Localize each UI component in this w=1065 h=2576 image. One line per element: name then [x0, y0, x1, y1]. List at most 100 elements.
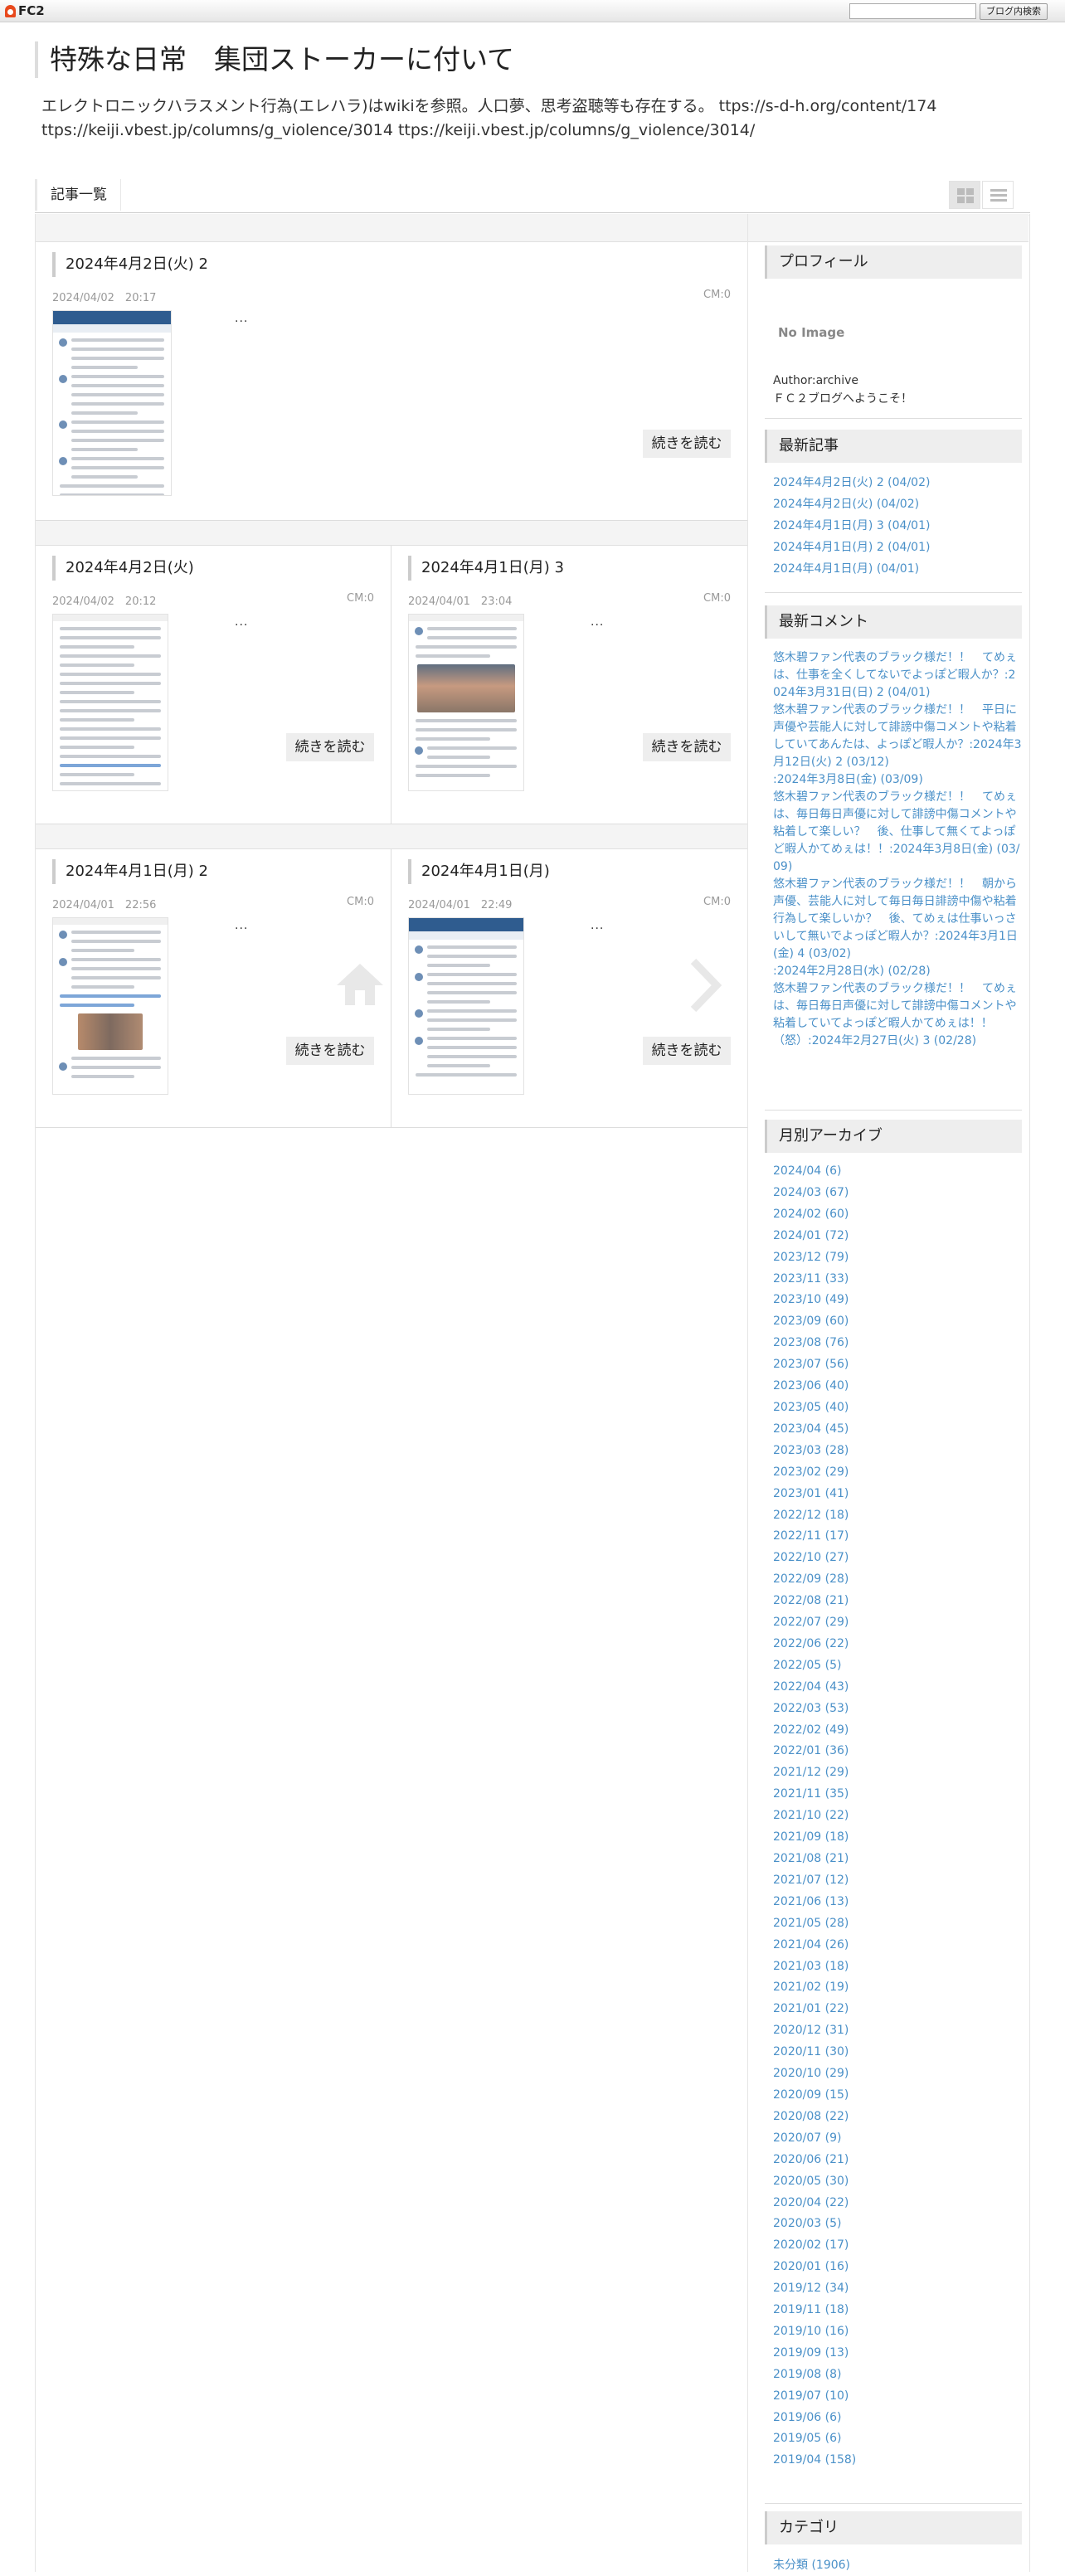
archive-month-link[interactable]: 2023/07 (56)	[773, 1354, 1022, 1376]
category-link[interactable]: 未分類 (1906)	[773, 2554, 1022, 2576]
recent-post-link[interactable]: 2024年4月2日(火) 2 (04/02)	[773, 472, 1022, 493]
archive-month-link[interactable]: 2019/10 (16)	[773, 2321, 1022, 2343]
archive-month-link[interactable]: 2020/04 (22)	[773, 2193, 1022, 2214]
archive-month-link[interactable]: 2022/03 (53)	[773, 1699, 1022, 1720]
archive-month-link[interactable]: 2022/10 (27)	[773, 1548, 1022, 1569]
entry-comment-count[interactable]: CM:0	[347, 896, 374, 908]
recent-comment-link[interactable]: 悠木碧ファン代表のブラック様だ！！ てめぇは、毎日毎日声優に対して誹謗中傷コメン…	[773, 980, 1022, 1050]
archive-month-link[interactable]: 2023/06 (40)	[773, 1376, 1022, 1397]
archive-month-link[interactable]: 2023/08 (76)	[773, 1333, 1022, 1354]
recent-comment-link[interactable]: 悠木碧ファン代表のブラック様だ！！ てめぇは、仕事を全くしてないでよっぽど暇人か…	[773, 649, 1022, 702]
entry-title[interactable]: 2024年4月1日(月)	[408, 859, 550, 884]
archive-month-link[interactable]: 2021/03 (18)	[773, 1956, 1022, 1978]
archive-month-link[interactable]: 2021/12 (29)	[773, 1762, 1022, 1784]
archive-month-link[interactable]: 2024/04 (6)	[773, 1161, 1022, 1183]
archive-month-link[interactable]: 2021/04 (26)	[773, 1935, 1022, 1956]
archive-month-link[interactable]: 2020/08 (22)	[773, 2107, 1022, 2128]
archive-month-link[interactable]: 2019/08 (8)	[773, 2365, 1022, 2386]
archive-month-link[interactable]: 2022/07 (29)	[773, 1612, 1022, 1634]
archive-month-link[interactable]: 2020/07 (9)	[773, 2128, 1022, 2150]
entry-thumbnail[interactable]	[52, 310, 172, 496]
read-more-button[interactable]: 続きを読む	[286, 1037, 374, 1065]
entry-title[interactable]: 2024年4月2日(火) 2	[52, 252, 208, 277]
archive-month-link[interactable]: 2021/06 (13)	[773, 1892, 1022, 1913]
archive-month-link[interactable]: 2022/06 (22)	[773, 1634, 1022, 1655]
archive-month-link[interactable]: 2020/01 (16)	[773, 2257, 1022, 2278]
blog-search-input[interactable]	[849, 3, 976, 19]
archive-month-link[interactable]: 2021/11 (35)	[773, 1784, 1022, 1806]
archive-month-link[interactable]: 2020/02 (17)	[773, 2235, 1022, 2257]
entry-title[interactable]: 2024年4月1日(月) 2	[52, 859, 208, 884]
archive-month-link[interactable]: 2022/04 (43)	[773, 1677, 1022, 1699]
archive-month-link[interactable]: 2023/10 (49)	[773, 1290, 1022, 1311]
archive-month-link[interactable]: 2023/04 (45)	[773, 1419, 1022, 1441]
entry-comment-count[interactable]: CM:0	[347, 592, 374, 605]
archive-month-link[interactable]: 2019/05 (6)	[773, 2428, 1022, 2450]
tab-article-list[interactable]: 記事一覧	[35, 179, 121, 211]
archive-month-link[interactable]: 2023/02 (29)	[773, 1462, 1022, 1484]
archive-month-link[interactable]: 2022/08 (21)	[773, 1591, 1022, 1612]
recent-comment-link[interactable]: 悠木碧ファン代表のブラック様だ！！ 朝から声優、芸能人に対して毎日毎日誹謗中傷や…	[773, 876, 1022, 963]
archive-month-link[interactable]: 2019/11 (18)	[773, 2300, 1022, 2321]
entry-title[interactable]: 2024年4月1日(月) 3	[408, 556, 564, 581]
archive-month-link[interactable]: 2021/02 (19)	[773, 1977, 1022, 1999]
archive-month-link[interactable]: 2022/11 (17)	[773, 1526, 1022, 1548]
archive-month-link[interactable]: 2021/01 (22)	[773, 1999, 1022, 2020]
entry-thumbnail[interactable]	[408, 614, 524, 791]
entry-comment-count[interactable]: CM:0	[703, 592, 731, 605]
recent-comment-link[interactable]: :2024年2月28日(水) (02/28)	[773, 963, 1022, 980]
recent-comment-link[interactable]: :2024年3月8日(金) (03/09)	[773, 771, 1022, 789]
blog-search-button[interactable]: ブログ内検索	[980, 3, 1048, 20]
blog-title[interactable]: 特殊な日常 集団ストーカーに付いて	[35, 41, 514, 78]
recent-comment-link[interactable]: 悠木碧ファン代表のブラック様だ！！ 平日に声優や芸能人に対して誹謗中傷コメントや…	[773, 702, 1022, 771]
archive-month-link[interactable]: 2023/05 (40)	[773, 1397, 1022, 1419]
archive-month-link[interactable]: 2021/09 (18)	[773, 1827, 1022, 1849]
read-more-button[interactable]: 続きを読む	[643, 733, 731, 761]
archive-month-link[interactable]: 2022/12 (18)	[773, 1505, 1022, 1527]
archive-month-link[interactable]: 2023/12 (79)	[773, 1247, 1022, 1269]
entry-comment-count[interactable]: CM:0	[703, 289, 731, 301]
archive-month-link[interactable]: 2023/03 (28)	[773, 1441, 1022, 1462]
archive-month-link[interactable]: 2019/06 (6)	[773, 2408, 1022, 2429]
archive-month-link[interactable]: 2020/06 (21)	[773, 2150, 1022, 2171]
archive-month-link[interactable]: 2019/09 (13)	[773, 2343, 1022, 2365]
list-view-button[interactable]	[982, 181, 1014, 209]
archive-month-link[interactable]: 2024/01 (72)	[773, 1226, 1022, 1247]
recent-post-link[interactable]: 2024年4月2日(火) (04/02)	[773, 493, 1022, 515]
archive-month-link[interactable]: 2024/03 (67)	[773, 1183, 1022, 1204]
archive-month-link[interactable]: 2019/12 (34)	[773, 2278, 1022, 2300]
archive-month-link[interactable]: 2021/08 (21)	[773, 1849, 1022, 1870]
archive-month-link[interactable]: 2022/02 (49)	[773, 1720, 1022, 1742]
archive-month-link[interactable]: 2020/12 (31)	[773, 2020, 1022, 2042]
read-more-button[interactable]: 続きを読む	[643, 1037, 731, 1065]
archive-month-link[interactable]: 2023/11 (33)	[773, 1269, 1022, 1290]
recent-post-link[interactable]: 2024年4月1日(月) (04/01)	[773, 558, 1022, 580]
archive-month-link[interactable]: 2019/04 (158)	[773, 2450, 1022, 2472]
chevron-right-icon[interactable]	[688, 958, 722, 1013]
read-more-button[interactable]: 続きを読む	[643, 430, 731, 458]
entry-thumbnail[interactable]	[52, 614, 168, 791]
archive-month-link[interactable]: 2020/11 (30)	[773, 2042, 1022, 2063]
archive-month-link[interactable]: 2019/07 (10)	[773, 2386, 1022, 2408]
recent-comment-link[interactable]: 悠木碧ファン代表のブラック様だ！！ てめぇは、毎日毎日声優に対して誹謗中傷コメン…	[773, 789, 1022, 876]
archive-month-link[interactable]: 2020/03 (5)	[773, 2214, 1022, 2235]
archive-month-link[interactable]: 2020/10 (29)	[773, 2063, 1022, 2085]
archive-month-link[interactable]: 2022/05 (5)	[773, 1655, 1022, 1677]
fc2-logo[interactable]: FC2	[5, 3, 45, 18]
entry-comment-count[interactable]: CM:0	[703, 896, 731, 908]
archive-month-link[interactable]: 2024/02 (60)	[773, 1204, 1022, 1226]
archive-month-link[interactable]: 2023/01 (41)	[773, 1484, 1022, 1505]
recent-post-link[interactable]: 2024年4月1日(月) 2 (04/01)	[773, 537, 1022, 558]
recent-post-link[interactable]: 2024年4月1日(月) 3 (04/01)	[773, 515, 1022, 537]
grid-view-button[interactable]	[949, 181, 980, 209]
archive-month-link[interactable]: 2022/09 (28)	[773, 1569, 1022, 1591]
archive-month-link[interactable]: 2022/01 (36)	[773, 1741, 1022, 1762]
entry-title[interactable]: 2024年4月2日(火)	[52, 556, 194, 581]
read-more-button[interactable]: 続きを読む	[286, 733, 374, 761]
archive-month-link[interactable]: 2023/09 (60)	[773, 1311, 1022, 1333]
entry-thumbnail[interactable]	[52, 917, 168, 1095]
entry-thumbnail[interactable]	[408, 917, 524, 1095]
archive-month-link[interactable]: 2020/05 (30)	[773, 2171, 1022, 2193]
archive-month-link[interactable]: 2021/07 (12)	[773, 1870, 1022, 1892]
archive-month-link[interactable]: 2021/10 (22)	[773, 1806, 1022, 1827]
